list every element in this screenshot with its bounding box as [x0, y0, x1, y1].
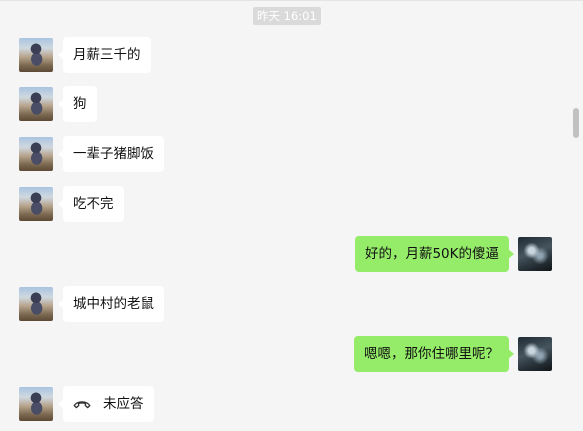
- message-row: 好的，月薪50K的傻逼: [0, 236, 583, 275]
- message-row: 月薪三千的: [0, 37, 583, 76]
- my-avatar[interactable]: [518, 337, 552, 371]
- message-bubble-incoming[interactable]: 狗: [58, 86, 97, 122]
- message-row: 吃不完: [0, 186, 583, 225]
- contact-avatar[interactable]: [19, 187, 53, 221]
- message-bubble-incoming[interactable]: 月薪三千的: [58, 37, 151, 73]
- contact-avatar[interactable]: [19, 87, 53, 121]
- message-bubble-incoming[interactable]: 吃不完: [58, 186, 124, 222]
- message-row: 未应答: [0, 386, 583, 425]
- contact-avatar[interactable]: [19, 387, 53, 421]
- contact-avatar[interactable]: [19, 137, 53, 171]
- message-row: 城中村的老鼠: [0, 286, 583, 325]
- time-separator: 昨天 16:01: [253, 7, 321, 25]
- contact-avatar[interactable]: [19, 287, 53, 321]
- call-status-label: 未应答: [103, 396, 144, 412]
- message-bubble-incoming[interactable]: 一辈子猪脚饭: [58, 136, 164, 172]
- contact-avatar[interactable]: [19, 38, 53, 72]
- message-bubble-incoming[interactable]: 城中村的老鼠: [58, 286, 164, 322]
- message-row: 嗯嗯，那你住哪里呢？: [0, 336, 583, 375]
- call-record-bubble[interactable]: 未应答: [58, 386, 154, 422]
- message-bubble-outgoing[interactable]: 好的，月薪50K的傻逼: [354, 236, 515, 272]
- message-bubble-outgoing[interactable]: 嗯嗯，那你住哪里呢？: [354, 336, 514, 372]
- message-row: 狗: [0, 86, 583, 125]
- my-avatar[interactable]: [518, 237, 552, 271]
- scrollbar-thumb[interactable]: [573, 108, 579, 138]
- phone-hangup-icon: [73, 399, 91, 409]
- message-row: 一辈子猪脚饭: [0, 136, 583, 175]
- top-divider: [0, 0, 583, 1]
